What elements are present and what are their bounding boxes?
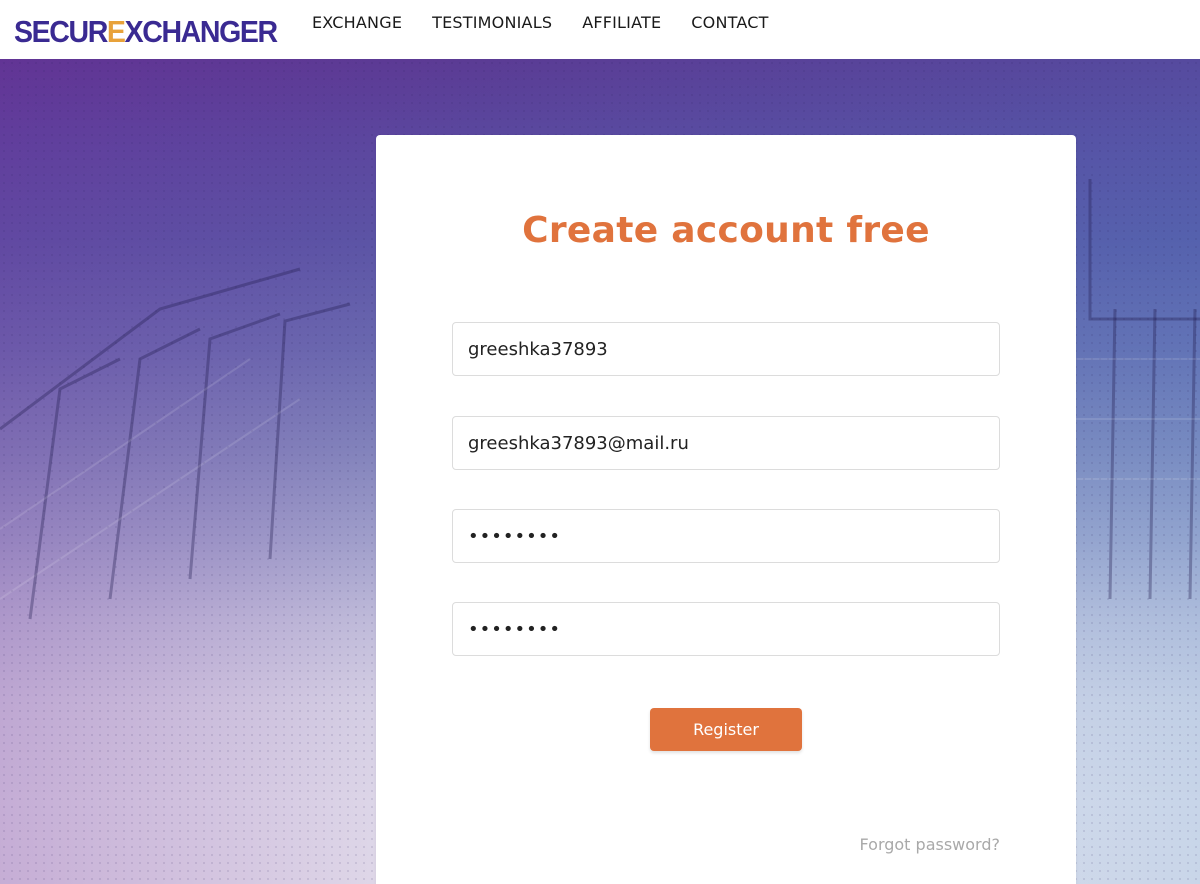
nav-contact[interactable]: CONTACT [691, 12, 768, 34]
register-button[interactable]: Register [650, 708, 802, 751]
nav-affiliate[interactable]: AFFILIATE [582, 12, 661, 34]
username-field[interactable] [452, 322, 1000, 376]
email-field[interactable] [452, 416, 1000, 470]
confirm-password-field[interactable] [452, 602, 1000, 656]
page: SECUREXCHANGER EXCHANGE TESTIMONIALS AFF… [0, 0, 1200, 884]
logo-text-accent: E [106, 14, 126, 49]
logo-text-prefix: SECUR [14, 14, 108, 49]
logo-text-suffix: XCHANGER [124, 14, 279, 49]
forgot-password-link[interactable]: Forgot password? [860, 835, 1000, 854]
main-nav: EXCHANGE TESTIMONIALS AFFILIATE CONTACT [312, 12, 799, 34]
site-logo[interactable]: SECUREXCHANGER [14, 12, 279, 52]
nav-exchange[interactable]: EXCHANGE [312, 12, 402, 34]
site-header: SECUREXCHANGER EXCHANGE TESTIMONIALS AFF… [0, 0, 1200, 59]
register-card: Create account free Register Forgot pass… [376, 135, 1076, 884]
password-field[interactable] [452, 509, 1000, 563]
form-title: Create account free [522, 210, 930, 251]
nav-testimonials[interactable]: TESTIMONIALS [432, 12, 552, 34]
